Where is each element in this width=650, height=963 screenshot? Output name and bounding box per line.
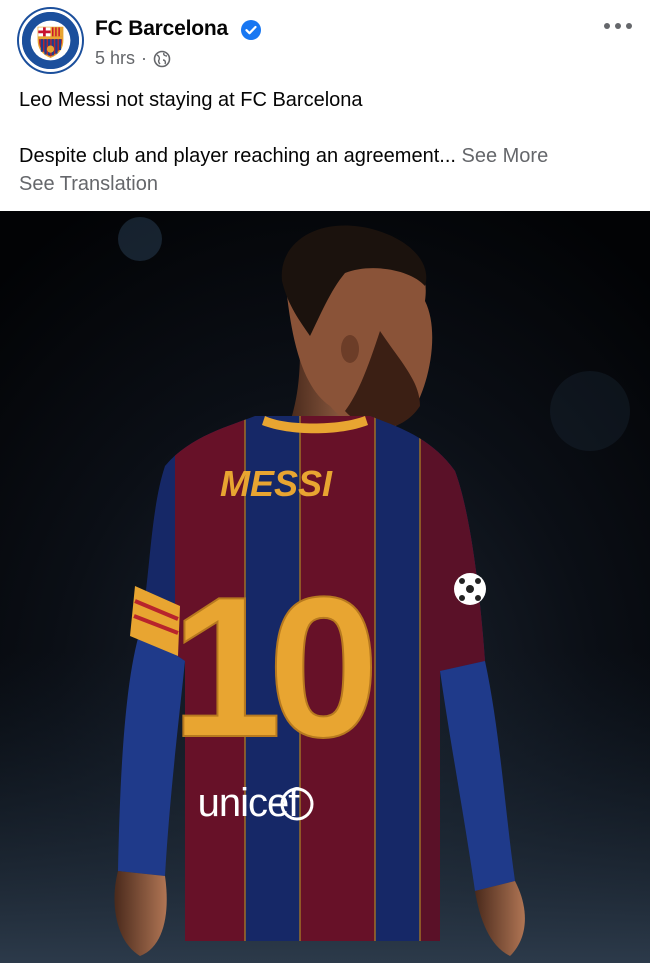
post-caption: Leo Messi not staying at FC Barcelona De… xyxy=(19,86,631,198)
post-body: Despite club and player reaching an agre… xyxy=(19,145,456,167)
fc-barcelona-crest-icon xyxy=(22,12,79,69)
meta-separator: · xyxy=(141,48,148,68)
see-translation-link[interactable]: See Translation xyxy=(19,170,631,198)
post-headline: Leo Messi not staying at FC Barcelona xyxy=(19,89,363,111)
post-photo[interactable]: MESSI 10 unicef xyxy=(0,211,650,963)
more-options-icon[interactable] xyxy=(603,18,633,34)
post-header: FC Barcelona 5 hrs · xyxy=(0,0,650,84)
shirt-number-text: 10 xyxy=(171,556,372,779)
see-more-link[interactable]: See More xyxy=(462,145,549,167)
sponsor-logo-text: unicef xyxy=(198,781,301,825)
post-body-line: Despite club and player reaching an agre… xyxy=(19,142,631,170)
post-meta: 5 hrs · xyxy=(95,48,171,69)
page-name-link[interactable]: FC Barcelona xyxy=(95,17,228,41)
page-avatar[interactable] xyxy=(19,9,82,72)
verified-badge-icon xyxy=(241,20,261,40)
shirt-name-text: MESSI xyxy=(220,463,333,504)
messi-back-photo: MESSI 10 unicef xyxy=(0,211,650,963)
post-timestamp[interactable]: 5 hrs xyxy=(95,48,135,69)
globe-icon[interactable] xyxy=(153,50,171,68)
